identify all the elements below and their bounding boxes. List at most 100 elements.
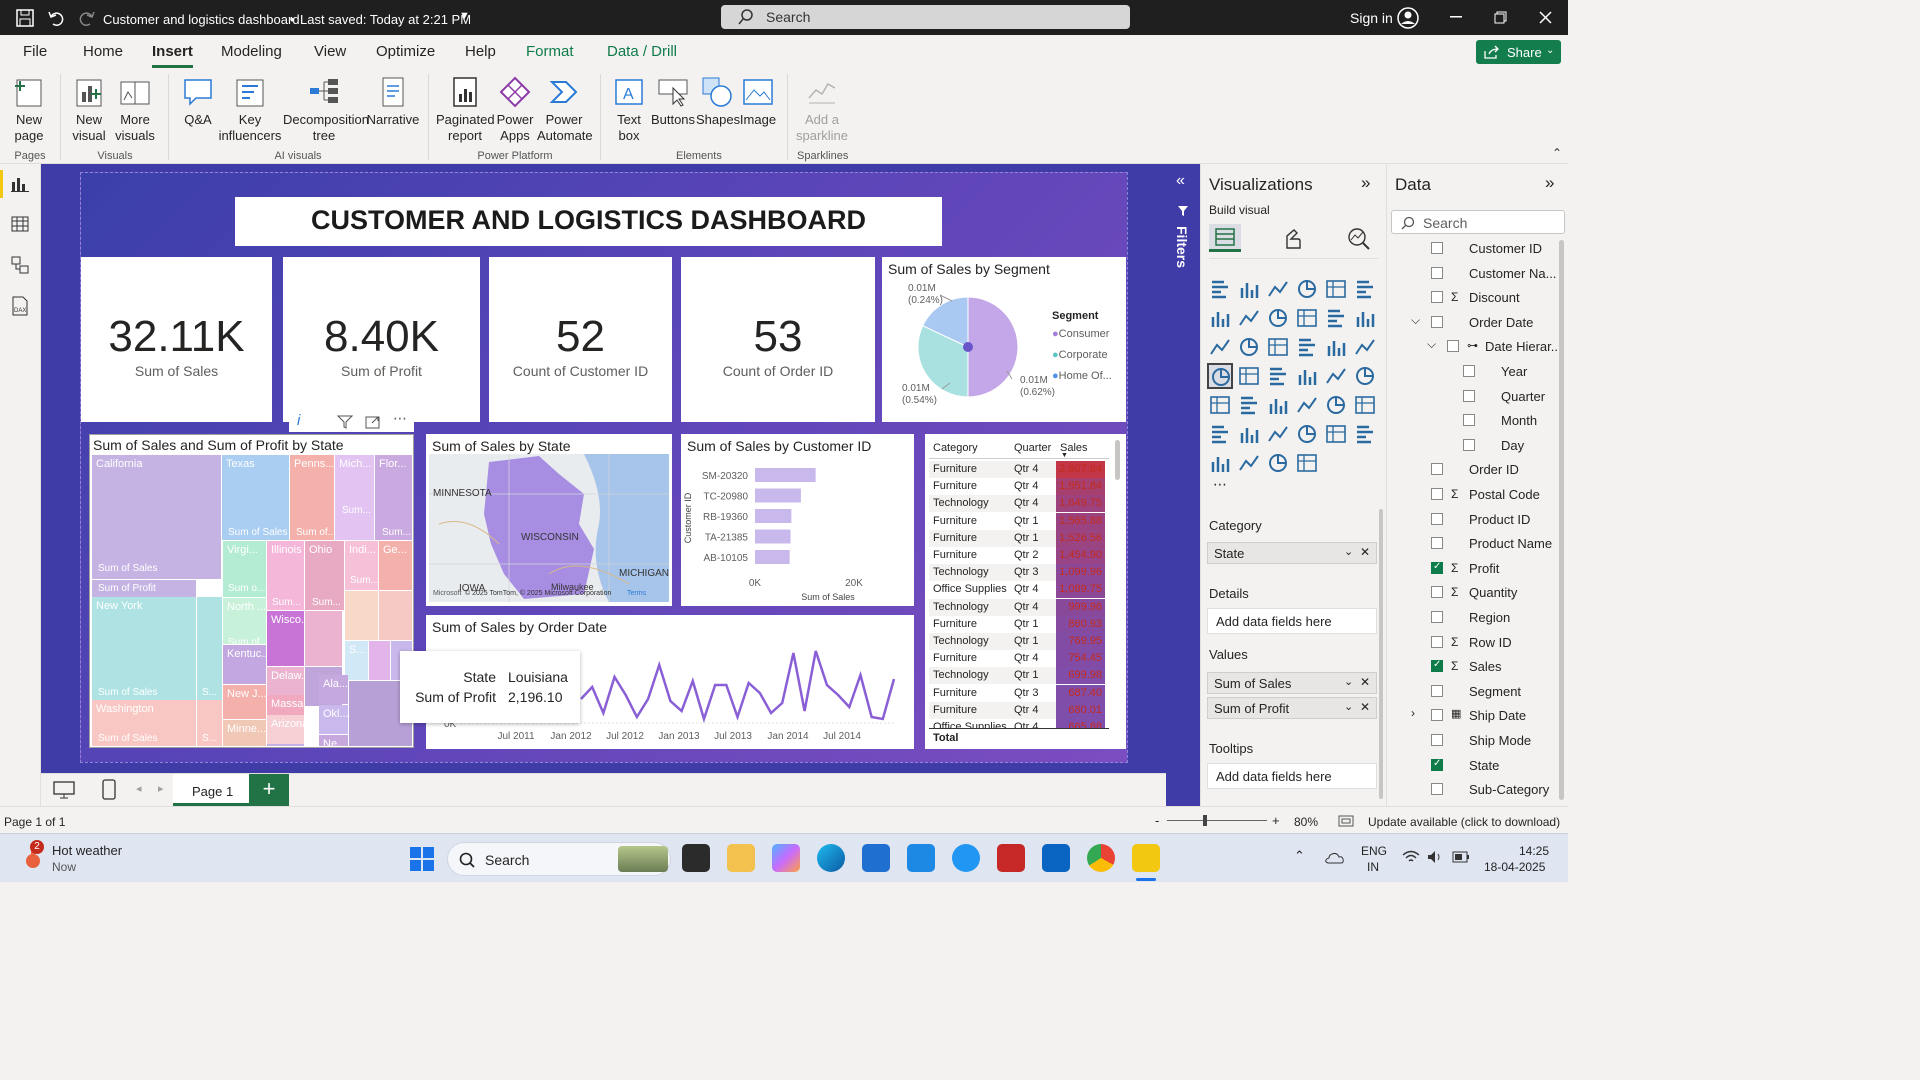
details-drop-zone[interactable]: Add data fields here	[1207, 608, 1377, 634]
matrix-icon[interactable]	[1323, 392, 1349, 418]
weather-widget[interactable]: 2	[20, 840, 50, 874]
table-row[interactable]: Technology Qtr 4 999.96	[929, 598, 1105, 616]
treemap-cell-wisconsin[interactable]: Wisco...	[267, 611, 304, 666]
field-checkbox[interactable]	[1431, 709, 1443, 722]
more-visuals-button[interactable]: More visuals	[113, 68, 157, 148]
zoom-slider[interactable]	[1167, 820, 1267, 821]
kpi-card-orders[interactable]: 53 Count of Order ID	[681, 257, 875, 422]
state-map[interactable]: MINNESOTA WISCONSIN MICHIGAN IOWA Milwau…	[429, 454, 669, 602]
map-icon[interactable]	[1236, 363, 1262, 389]
filter-icon[interactable]	[337, 415, 353, 429]
table-row[interactable]: Furniture Qtr 2 1,454.90	[929, 547, 1105, 564]
redo-icon[interactable]	[78, 9, 96, 27]
desktop-layout-icon[interactable]	[53, 781, 75, 799]
treemap-cell-new-york[interactable]: New York	[92, 597, 196, 701]
info-icon[interactable]: i	[297, 412, 300, 429]
taskbar-search[interactable]: Search	[447, 842, 671, 876]
dax-query-view-icon[interactable]: DAX	[11, 296, 29, 316]
table-row[interactable]: Technology Qtr 1 699.98	[929, 667, 1105, 685]
table-row[interactable]: Furniture Qtr 1 1,565.88	[929, 512, 1105, 530]
data-field-segment[interactable]: Segment	[1387, 681, 1563, 701]
filled-map-icon[interactable]	[1265, 363, 1291, 389]
data-field-discount[interactable]: Σ Discount	[1387, 287, 1563, 307]
menu-insert[interactable]: Insert	[152, 43, 193, 68]
card-icon[interactable]	[1352, 363, 1378, 389]
ribbon-icon[interactable]	[1207, 334, 1233, 360]
image-button[interactable]: Image	[738, 68, 778, 148]
table-view-icon[interactable]	[11, 216, 29, 232]
power-automate-button[interactable]: Power Automate	[537, 68, 593, 148]
data-field-year[interactable]: Year	[1387, 361, 1563, 381]
report-view-icon[interactable]	[11, 176, 29, 192]
save-icon[interactable]	[16, 9, 34, 27]
windows-start-icon[interactable]	[410, 847, 434, 871]
paginated-visual-icon[interactable]	[1352, 421, 1378, 447]
zoom-out-button[interactable]: -	[1155, 813, 1159, 828]
line-stacked-column-icon[interactable]	[1323, 305, 1349, 331]
menu-optimize[interactable]: Optimize	[376, 43, 435, 60]
values-field-pill-profit[interactable]: Sum of Profit ⌄ ✕	[1207, 697, 1377, 719]
buttons-button[interactable]: Buttons	[650, 68, 696, 148]
update-notice[interactable]: Update available (click to download)	[1368, 815, 1560, 829]
data-field-ship-date[interactable]: › ▦ Ship Date	[1387, 705, 1563, 725]
chrome-icon[interactable]	[1087, 844, 1115, 872]
format-visual-icon[interactable]	[1281, 227, 1303, 249]
data-field-sub-category[interactable]: Sub-Category	[1387, 779, 1563, 799]
treemap-cell-kentucky[interactable]: Kentuc...	[223, 645, 266, 684]
new-visual-button[interactable]: New visual	[67, 68, 111, 148]
bar-TC-20980[interactable]	[755, 488, 801, 503]
treemap-cell-new-jersey[interactable]: New J...	[223, 685, 266, 719]
bar-RB-19360[interactable]	[755, 509, 792, 523]
file-explorer-icon[interactable]	[727, 844, 755, 872]
smart-narrative-icon[interactable]	[1323, 421, 1349, 447]
field-checkbox[interactable]	[1431, 291, 1443, 304]
treemap-cell-michigan[interactable]: Mich...	[335, 455, 374, 540]
field-checkbox[interactable]	[1431, 611, 1443, 623]
table-row[interactable]: Technology Qtr 4 1,649.75	[929, 495, 1105, 513]
waterfall-icon[interactable]	[1236, 334, 1262, 360]
table-row[interactable]: Furniture Qtr 3 687.40	[929, 684, 1105, 702]
data-field-day[interactable]: Day	[1387, 435, 1563, 455]
more-visuals-icon[interactable]: ⋯	[1213, 476, 1227, 493]
line-clustered-column-icon[interactable]	[1352, 305, 1378, 331]
last-saved-text[interactable]: Last saved: Today at 2:21 PM	[300, 12, 471, 27]
show-hidden-icons[interactable]: ⌃	[1294, 848, 1305, 864]
stacked-column-icon[interactable]	[1236, 276, 1262, 302]
100-stacked-area-icon[interactable]	[1294, 305, 1320, 331]
values-field-pill-sales[interactable]: Sum of Sales ⌄ ✕	[1207, 672, 1377, 694]
data-field-state[interactable]: State	[1387, 755, 1563, 775]
outlook-icon[interactable]	[1042, 844, 1070, 872]
line-icon[interactable]	[1207, 305, 1233, 331]
data-field-region[interactable]: Region	[1387, 607, 1563, 627]
data-field-quantity[interactable]: Σ Quantity	[1387, 582, 1563, 602]
weather-title[interactable]: Hot weather	[52, 843, 122, 858]
menu-help[interactable]: Help	[465, 43, 496, 60]
bar-TA-21385[interactable]	[755, 529, 791, 544]
task-view-icon[interactable]	[682, 844, 710, 872]
treemap-cell-state-cell[interactable]	[305, 611, 342, 666]
pie-slice-consumer[interactable]	[967, 296, 1019, 398]
paginated-report-button[interactable]: Paginated report	[436, 68, 495, 148]
table-icon[interactable]	[1294, 392, 1320, 418]
table-row[interactable]: Technology Qtr 3 1,099.96	[929, 564, 1105, 582]
new-page-button[interactable]: New page	[5, 68, 53, 148]
field-checkbox[interactable]	[1431, 488, 1443, 500]
power-apps-icon[interactable]	[1265, 450, 1291, 476]
field-checkbox[interactable]	[1447, 340, 1459, 353]
treemap-card[interactable]: Sum of Sales and Sum of Profit by State …	[89, 434, 414, 748]
text-box-button[interactable]: A Text box	[608, 68, 650, 148]
treemap-cell-state-cell[interactable]	[369, 641, 390, 680]
decomposition-tree-icon[interactable]	[1265, 421, 1291, 447]
key-influencers-button[interactable]: Key influencers	[218, 68, 282, 148]
menu-data-drill[interactable]: Data / Drill	[607, 43, 677, 60]
table-scrollbar[interactable]	[1115, 440, 1120, 480]
field-checkbox[interactable]	[1431, 537, 1443, 550]
fit-to-page-icon[interactable]	[1338, 815, 1354, 827]
treemap-chart[interactable]: California Texas Penns... Mich... Flor... New…	[92, 455, 413, 747]
field-checkbox[interactable]	[1431, 734, 1443, 746]
clock-date[interactable]: 18-04-2025	[1484, 860, 1545, 874]
language-secondary[interactable]: IN	[1367, 860, 1379, 874]
field-checkbox[interactable]	[1463, 438, 1475, 451]
sales-table-card[interactable]: Category Quarter Sales ▼ Furniture Qtr 42…	[925, 434, 1126, 749]
table-header-quarter[interactable]: Quarter	[1014, 442, 1051, 454]
